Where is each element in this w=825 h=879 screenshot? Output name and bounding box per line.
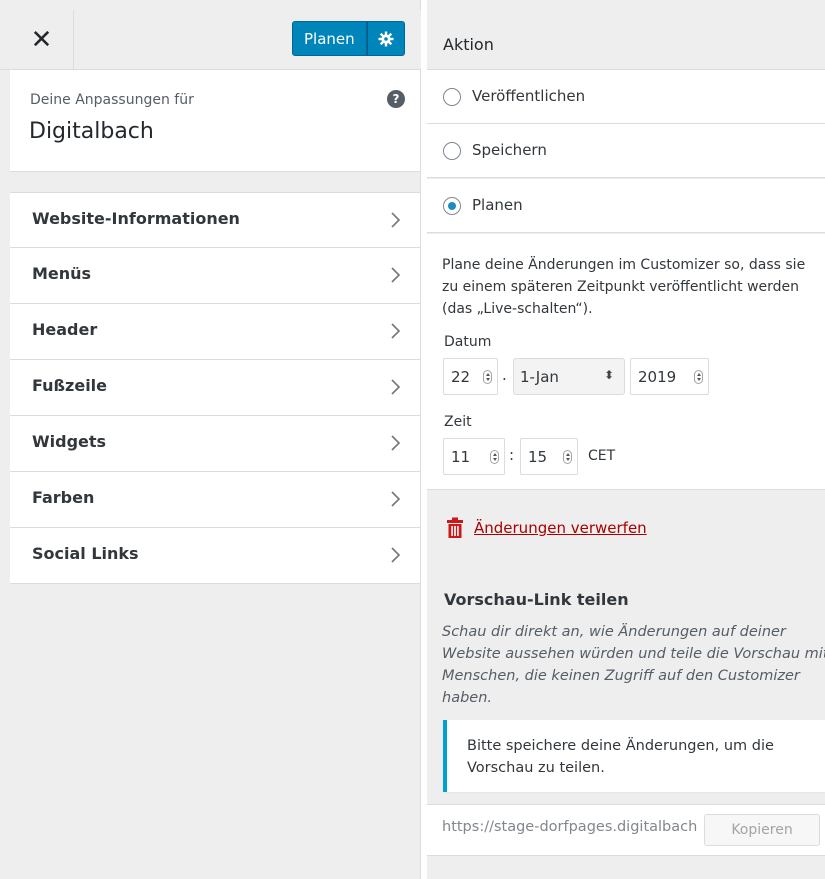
day-input[interactable]: 22 [443, 358, 498, 395]
action-header: Aktion [427, 17, 825, 70]
save-notice-text: Bitte speichere deine Änderungen, um die… [467, 738, 774, 776]
customizer-sections: Website-Informationen Menüs Header Fußze… [10, 192, 420, 584]
radio-label: Speichern [472, 141, 547, 159]
spinner-arrows-icon[interactable] [490, 450, 499, 464]
section-label: Header [32, 320, 98, 339]
section-label: Website-Informationen [32, 209, 240, 228]
section-farben[interactable]: Farben [10, 472, 420, 528]
copy-button[interactable]: Kopieren [704, 814, 820, 846]
schedule-description: Plane deine Änderungen im Customizer so,… [442, 257, 806, 317]
minute-input[interactable]: 15 [520, 438, 578, 475]
chevron-right-icon [391, 547, 401, 563]
preview-link-row: https://stage-dorfpages.digitalbach Kopi… [427, 804, 825, 856]
month-value: 1-Jan [520, 367, 559, 386]
section-label: Fußzeile [32, 376, 108, 395]
customizer-header: ✕ Planen [0, 10, 421, 70]
discard-changes-link[interactable]: Änderungen verwerfen [474, 519, 647, 537]
year-value: 2019 [638, 367, 677, 386]
spinner-arrows-icon[interactable] [563, 450, 572, 464]
section-website-informationen[interactable]: Website-Informationen [10, 192, 420, 248]
day-value: 22 [451, 367, 471, 386]
publish-settings-panel: Aktion Veröffentlichen Speichern Planen … [427, 0, 825, 879]
save-notice: Bitte speichere deine Änderungen, um die… [443, 720, 825, 792]
section-widgets[interactable]: Widgets [10, 416, 420, 472]
spinner-arrows-icon[interactable] [694, 370, 703, 384]
share-preview-description: Schau dir direkt an, wie Änderungen auf … [442, 624, 825, 706]
minute-value: 15 [528, 447, 548, 466]
chevron-right-icon [391, 379, 401, 395]
hour-value: 11 [451, 447, 471, 466]
radio-button-selected[interactable] [443, 197, 461, 215]
section-label: Farben [32, 488, 95, 507]
discard-changes[interactable]: Änderungen verwerfen [446, 517, 647, 539]
section-header[interactable]: Header [10, 304, 420, 360]
section-label: Menüs [32, 264, 92, 283]
date-label: Datum [444, 334, 492, 350]
select-caret-icon: ⬍ [603, 368, 614, 382]
spinner-arrows-icon[interactable] [483, 370, 492, 384]
section-social-links[interactable]: Social Links [10, 528, 420, 584]
customizer-sidebar: ✕ Planen Deine Anpassungen für Digitalba… [0, 0, 421, 879]
chevron-right-icon [391, 267, 401, 283]
section-label: Widgets [32, 432, 107, 451]
gear-icon [378, 31, 394, 46]
publish-settings-button[interactable] [366, 21, 405, 56]
publish-button-group: Planen [292, 21, 405, 56]
time-label: Zeit [444, 414, 472, 430]
section-label: Social Links [32, 544, 139, 563]
chevron-right-icon [391, 323, 401, 339]
radio-label: Veröffentlichen [472, 87, 586, 105]
chevron-right-icon [391, 212, 401, 228]
radio-selected-dot [448, 202, 456, 210]
customizer-info: Deine Anpassungen für Digitalbach ? [10, 70, 420, 172]
help-icon[interactable]: ? [387, 90, 405, 108]
month-select[interactable]: 1-Jan ⬍ [513, 358, 625, 395]
radio-label: Planen [472, 196, 523, 214]
radio-option-veroeffentlichen[interactable]: Veröffentlichen [427, 70, 825, 124]
schedule-section: Plane deine Änderungen im Customizer so,… [427, 234, 825, 490]
chevron-right-icon [391, 435, 401, 451]
time-separator: : [509, 446, 515, 464]
close-button[interactable]: ✕ [10, 10, 74, 69]
radio-button[interactable] [443, 142, 461, 160]
preview-link-input[interactable]: https://stage-dorfpages.digitalbach [442, 819, 704, 835]
timezone-label: CET [588, 448, 616, 464]
radio-button[interactable] [443, 88, 461, 106]
hour-input[interactable]: 11 [443, 438, 505, 475]
section-menues[interactable]: Menüs [10, 248, 420, 304]
share-preview-title: Vorschau-Link teilen [444, 590, 629, 609]
close-icon: ✕ [30, 24, 53, 55]
action-title: Aktion [443, 35, 494, 54]
radio-option-planen[interactable]: Planen [427, 179, 825, 233]
section-fusszeile[interactable]: Fußzeile [10, 360, 420, 416]
info-pretitle: Deine Anpassungen für [30, 92, 194, 108]
date-separator: . [502, 366, 507, 384]
radio-option-speichern[interactable]: Speichern [427, 124, 825, 178]
chevron-right-icon [391, 491, 401, 507]
trash-icon [447, 517, 463, 538]
publish-button[interactable]: Planen [292, 21, 367, 56]
site-title: Digitalbach [29, 119, 154, 144]
year-input[interactable]: 2019 [630, 358, 709, 395]
